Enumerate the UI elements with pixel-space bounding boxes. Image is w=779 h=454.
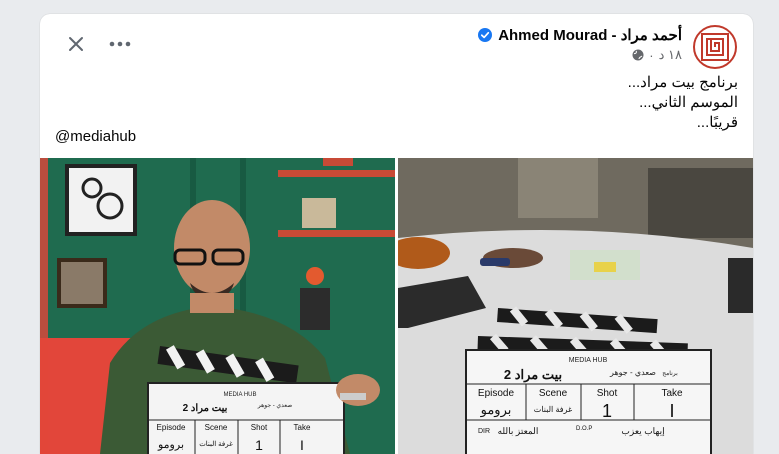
clapper-right-subtitle: صعدي - جوهر bbox=[609, 368, 656, 377]
post-meta: · ١٨ د bbox=[632, 47, 682, 63]
clapper-right-header: Shot bbox=[597, 388, 618, 399]
clapper-left-subtitle: صعدي - جوهر bbox=[257, 403, 292, 409]
clapper-left-title: بيت مراد 2 bbox=[183, 403, 228, 414]
photo-right-illustration: MEDIA HUB بيت مراد 2 صعدي - جوهر برنامج … bbox=[398, 158, 753, 454]
clapper-left-value: 1 bbox=[255, 437, 263, 453]
post-text-line: قريبًا... bbox=[696, 114, 738, 131]
clapper-left-value: غرفة البنات bbox=[199, 440, 233, 448]
clapper-right-value: I bbox=[669, 401, 674, 421]
post-time[interactable]: ١٨ د bbox=[659, 47, 682, 63]
clapper-right-value: برومو bbox=[480, 402, 512, 418]
clapper-right-program: برنامج bbox=[662, 370, 678, 377]
clapper-right-header: Scene bbox=[539, 388, 568, 399]
more-icon bbox=[109, 41, 131, 47]
post-text: برنامج بيت مراد... الموسم الثاني... قريب… bbox=[628, 73, 738, 133]
close-icon bbox=[69, 37, 83, 51]
close-button[interactable] bbox=[62, 30, 90, 58]
clapper-right-value: غرفة البنات bbox=[534, 405, 572, 414]
more-options-button[interactable] bbox=[106, 30, 134, 58]
post-text-line: برنامج بيت مراد... bbox=[627, 74, 738, 91]
verified-badge-icon bbox=[478, 28, 493, 42]
author-line: Ahmed Mourad - أحمد مراد bbox=[478, 26, 682, 44]
clapper-right-title: بيت مراد 2 bbox=[504, 367, 562, 383]
clapper-left-value: I bbox=[300, 437, 304, 453]
clapper-left-header: Shot bbox=[251, 423, 268, 432]
clapper-right-bottom: إيهاب يعزب bbox=[621, 426, 664, 437]
photo-left-illustration: MEDIA HUB بيت مراد 2 صعدي - جوهر Episode… bbox=[40, 158, 395, 454]
post-card: Ahmed Mourad - أحمد مراد · ١٨ د برنامج ب… bbox=[40, 14, 753, 454]
clapper-left-value: برومو bbox=[157, 439, 184, 451]
mention-link[interactable]: @mediahub bbox=[55, 128, 136, 145]
clapper-right-bottom: D.O.P bbox=[576, 426, 592, 432]
clapper-left-header: Take bbox=[294, 423, 311, 432]
clapper-right-header: Take bbox=[661, 388, 683, 399]
author-name[interactable]: Ahmed Mourad - أحمد مراد bbox=[498, 26, 682, 44]
logo-icon bbox=[701, 33, 729, 61]
clapper-left-header: Episode bbox=[157, 423, 186, 432]
clapper-right-value: 1 bbox=[602, 401, 612, 421]
post-text-line: الموسم الثاني... bbox=[639, 94, 738, 111]
post-photo-right[interactable]: MEDIA HUB بيت مراد 2 صعدي - جوهر برنامج … bbox=[398, 158, 753, 454]
post-photo-left[interactable]: MEDIA HUB بيت مراد 2 صعدي - جوهر Episode… bbox=[40, 158, 395, 454]
clapper-left-header: Scene bbox=[205, 423, 228, 432]
clapper-right-bottom: DIR bbox=[478, 428, 490, 435]
clapper-right-header: Episode bbox=[478, 388, 515, 399]
globe-icon bbox=[632, 49, 644, 61]
clapper-left-studio: MEDIA HUB bbox=[223, 392, 256, 398]
meta-separator: · bbox=[649, 47, 654, 63]
clapper-right-studio: MEDIA HUB bbox=[569, 357, 608, 364]
author-avatar[interactable] bbox=[693, 25, 737, 69]
clapper-right-bottom: المعتز بالله bbox=[498, 426, 539, 437]
